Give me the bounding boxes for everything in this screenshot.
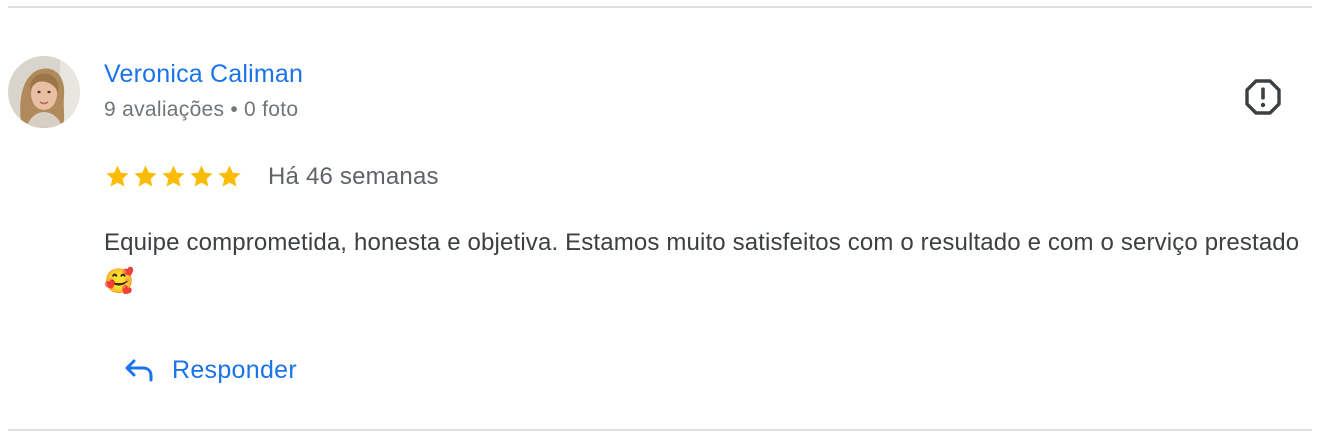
avatar[interactable] — [8, 56, 80, 128]
star-icon — [106, 165, 129, 187]
bottom-divider — [8, 429, 1312, 431]
star-icon — [134, 165, 157, 187]
report-flag-icon — [1245, 79, 1281, 115]
review-count: 9 avaliações — [104, 98, 225, 121]
reply-arrow-icon — [125, 359, 153, 382]
author-meta: 9 avaliações • 0 foto — [104, 98, 298, 122]
star-icon — [162, 165, 185, 187]
review-text: Equipe comprometida, honesta e objetiva.… — [104, 229, 1300, 295]
star-icon — [190, 165, 213, 187]
star-rating — [104, 163, 243, 190]
top-divider — [8, 6, 1312, 8]
reply-button[interactable]: Responder — [116, 345, 305, 395]
photo-count: 0 foto — [244, 98, 299, 121]
review-time: Há 46 semanas — [268, 163, 439, 190]
star-icon — [218, 165, 241, 187]
meta-separator: • — [230, 98, 238, 121]
reply-label: Responder — [172, 355, 298, 384]
author-name[interactable]: Veronica Caliman — [104, 60, 303, 89]
avatar-photo — [8, 56, 80, 128]
report-review-button[interactable] — [1242, 76, 1284, 118]
